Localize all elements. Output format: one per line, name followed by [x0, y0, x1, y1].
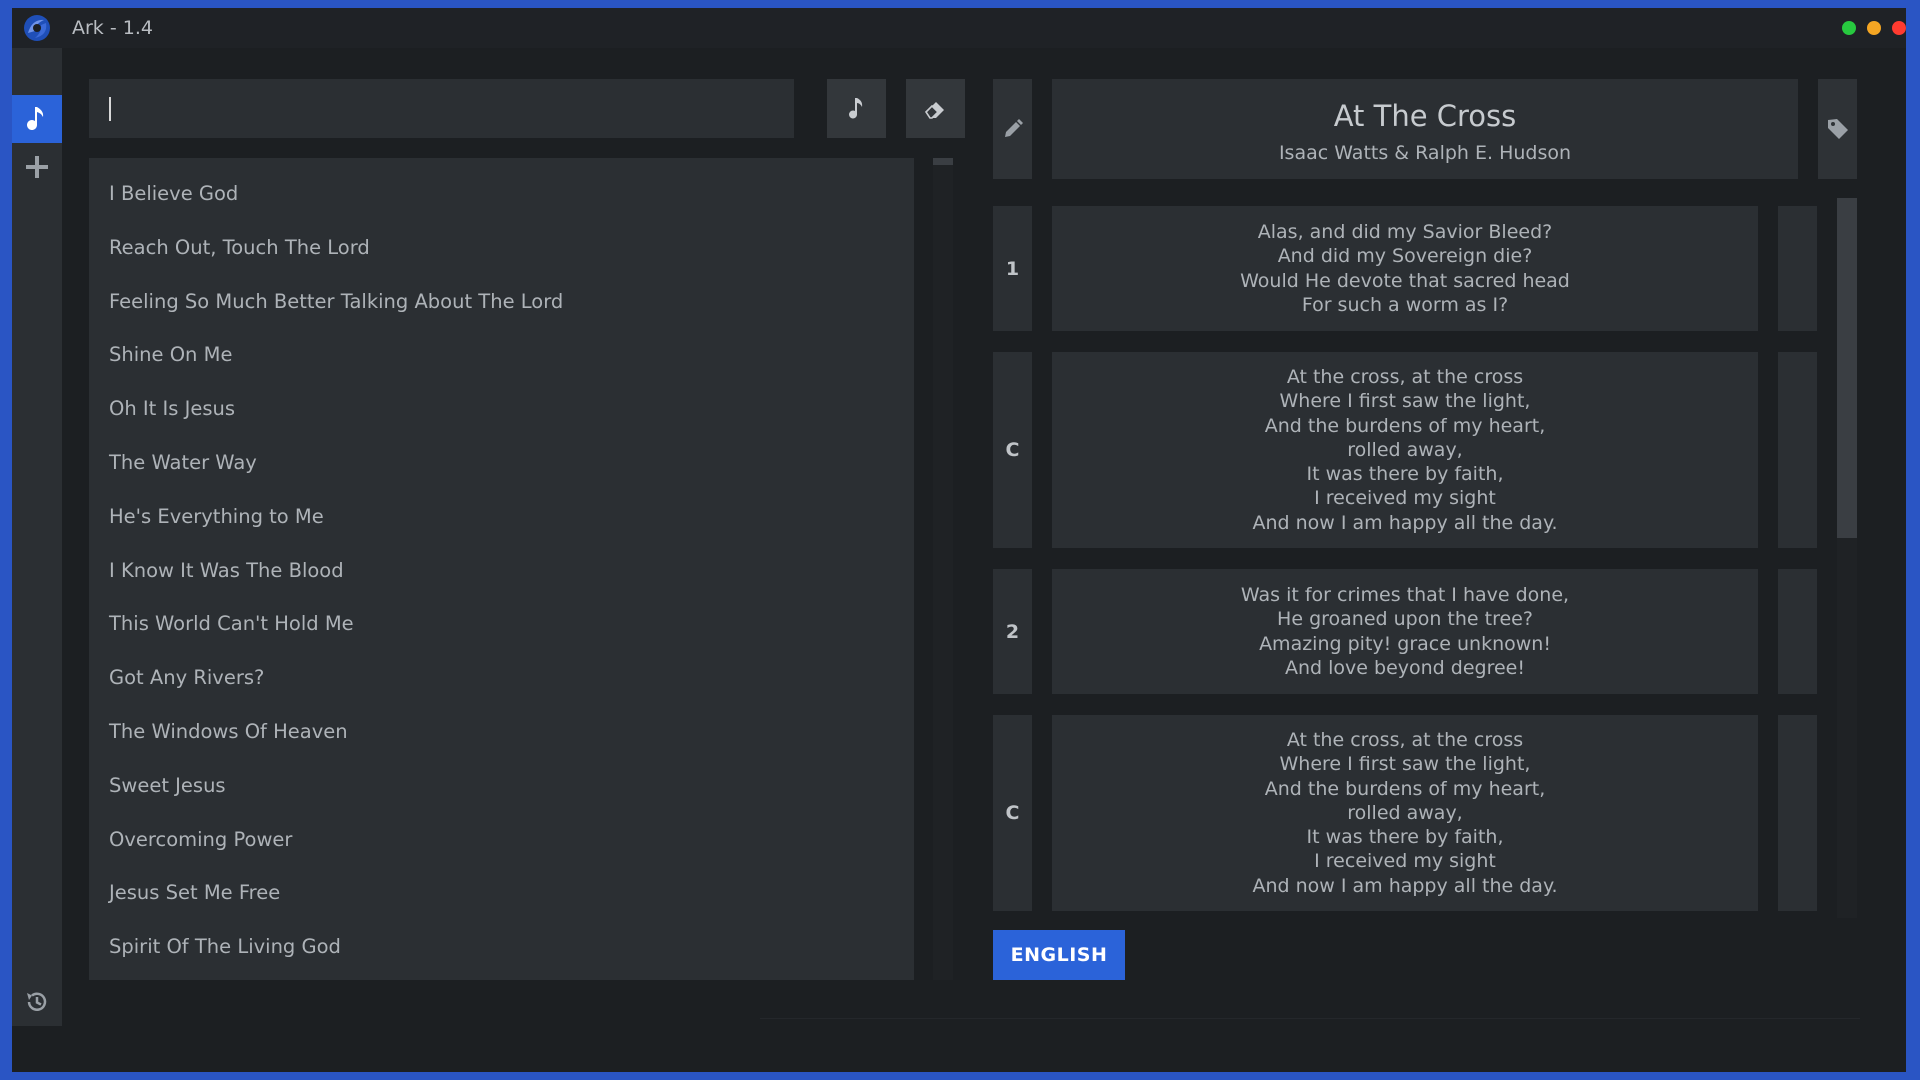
song-author: Isaac Watts & Ralph E. Hudson: [1278, 142, 1572, 164]
song-list-item[interactable]: I Know It Was The Blood: [109, 559, 344, 582]
song-list-item[interactable]: Sweet Jesus: [109, 774, 226, 797]
verse-line: For such a worm as I?: [1301, 293, 1509, 316]
verse-side-panel[interactable]: [1778, 569, 1817, 694]
verse-label[interactable]: 1: [993, 206, 1032, 331]
verse-line: And the burdens of my heart,: [1264, 414, 1546, 437]
verse-line: Where I first saw the light,: [1279, 753, 1531, 776]
verse-text[interactable]: At the cross, at the cross Where I first…: [1052, 352, 1758, 548]
song-header: At The Cross Isaac Watts & Ralph E. Huds…: [1052, 79, 1798, 179]
verse-line: And now I am happy all the day.: [1252, 874, 1558, 897]
verse-text[interactable]: Alas, and did my Savior Bleed? And did m…: [1052, 206, 1758, 331]
music-note-icon: [27, 107, 44, 130]
verse-line: Was it for crimes that I have done,: [1240, 584, 1570, 607]
verse-label-text: 1: [1005, 257, 1020, 280]
verse-label-text: 2: [1005, 620, 1020, 643]
search-box[interactable]: [89, 79, 794, 138]
edit-song-button[interactable]: [993, 79, 1032, 179]
song-list-item[interactable]: Reach Out, Touch The Lord: [109, 236, 370, 259]
verse-line: And love beyond degree!: [1285, 656, 1525, 679]
text-caret: [109, 97, 111, 121]
verse-side-panel[interactable]: [1778, 715, 1817, 911]
clear-search-button[interactable]: [906, 79, 965, 138]
verse-line: Would He devote that sacred head: [1240, 269, 1570, 292]
verse-line: rolled away,: [1347, 438, 1463, 461]
verse-line: It was there by faith,: [1306, 463, 1504, 486]
verse-line: Alas, and did my Savior Bleed?: [1257, 221, 1553, 244]
song-list-item[interactable]: Overcoming Power: [109, 828, 292, 851]
song-list-item[interactable]: Shine On Me: [109, 343, 232, 366]
lyrics-scroll-thumb[interactable]: [1837, 198, 1857, 538]
plus-icon: [26, 156, 48, 178]
verse-text[interactable]: At the cross, at the cross Where I first…: [1052, 715, 1758, 911]
sidebar-item-songs[interactable]: [12, 95, 62, 143]
close-button[interactable]: [1892, 21, 1906, 35]
app-logo-icon: [24, 15, 50, 41]
pencil-icon: [1004, 119, 1023, 137]
search-input[interactable]: [89, 79, 794, 138]
song-list-scrollbar[interactable]: [933, 158, 953, 980]
verse-line: He groaned upon the tree?: [1277, 608, 1533, 631]
song-list-item[interactable]: This World Can't Hold Me: [109, 612, 354, 635]
tag-button[interactable]: [1818, 79, 1857, 179]
verse-line: Amazing pity! grace unknown!: [1259, 632, 1551, 655]
verse-line: I received my sight: [1314, 487, 1496, 510]
verse-side-panel[interactable]: [1778, 206, 1817, 331]
history-button[interactable]: [12, 978, 62, 1026]
song-list-item[interactable]: The Windows Of Heaven: [109, 720, 348, 743]
song-list-item[interactable]: Jesus Set Me Free: [109, 881, 280, 904]
song-list-item[interactable]: Spirit Of The Living God: [109, 935, 341, 958]
music-note-icon: [848, 97, 862, 118]
verse-text[interactable]: Was it for crimes that I have done, He g…: [1052, 569, 1758, 694]
history-icon: [27, 992, 47, 1011]
verse-line: And did my Sovereign die?: [1277, 245, 1533, 268]
song-list-item[interactable]: I Believe God: [109, 182, 238, 205]
verse-line: And the burdens of my heart,: [1264, 777, 1546, 800]
verse-line: rolled away,: [1347, 801, 1463, 824]
verse-line: And now I am happy all the day.: [1252, 511, 1558, 534]
verse-label[interactable]: C: [993, 715, 1032, 911]
song-list-item[interactable]: The Water Way: [109, 451, 257, 474]
title-bar: Ark - 1.4: [12, 8, 1906, 48]
song-list-item[interactable]: Feeling So Much Better Talking About The…: [109, 290, 563, 313]
song-search-button[interactable]: [827, 79, 886, 138]
eraser-icon: [924, 101, 944, 119]
tag-icon: [1827, 119, 1848, 139]
minimize-button[interactable]: [1867, 21, 1881, 35]
song-title: At The Cross: [1333, 99, 1517, 133]
verse-label-text: C: [1005, 439, 1020, 461]
lyrics-scrollbar[interactable]: [1837, 198, 1857, 918]
verse-label-text: C: [1005, 802, 1020, 824]
divider: [760, 1018, 1860, 1019]
song-list: I Believe God Reach Out, Touch The Lord Fe…: [89, 158, 914, 980]
sidebar: [12, 48, 62, 1026]
window-title: Ark - 1.4: [72, 17, 153, 39]
verse-line: It was there by faith,: [1306, 826, 1504, 849]
verse-label[interactable]: C: [993, 352, 1032, 548]
language-button[interactable]: ENGLISH: [993, 930, 1125, 980]
verse-line: At the cross, at the cross: [1286, 729, 1524, 752]
verse-line: Where I first saw the light,: [1279, 390, 1531, 413]
song-list-item[interactable]: Got Any Rivers?: [109, 666, 264, 689]
maximize-button[interactable]: [1842, 21, 1856, 35]
song-list-item[interactable]: He's Everything to Me: [109, 505, 324, 528]
verse-line: I received my sight: [1314, 850, 1496, 873]
verse-side-panel[interactable]: [1778, 352, 1817, 548]
sidebar-item-add[interactable]: [12, 143, 62, 191]
song-list-item[interactable]: Oh It Is Jesus: [109, 397, 235, 420]
song-list-scroll-thumb[interactable]: [933, 158, 953, 165]
verse-label[interactable]: 2: [993, 569, 1032, 694]
verse-line: At the cross, at the cross: [1286, 366, 1524, 389]
